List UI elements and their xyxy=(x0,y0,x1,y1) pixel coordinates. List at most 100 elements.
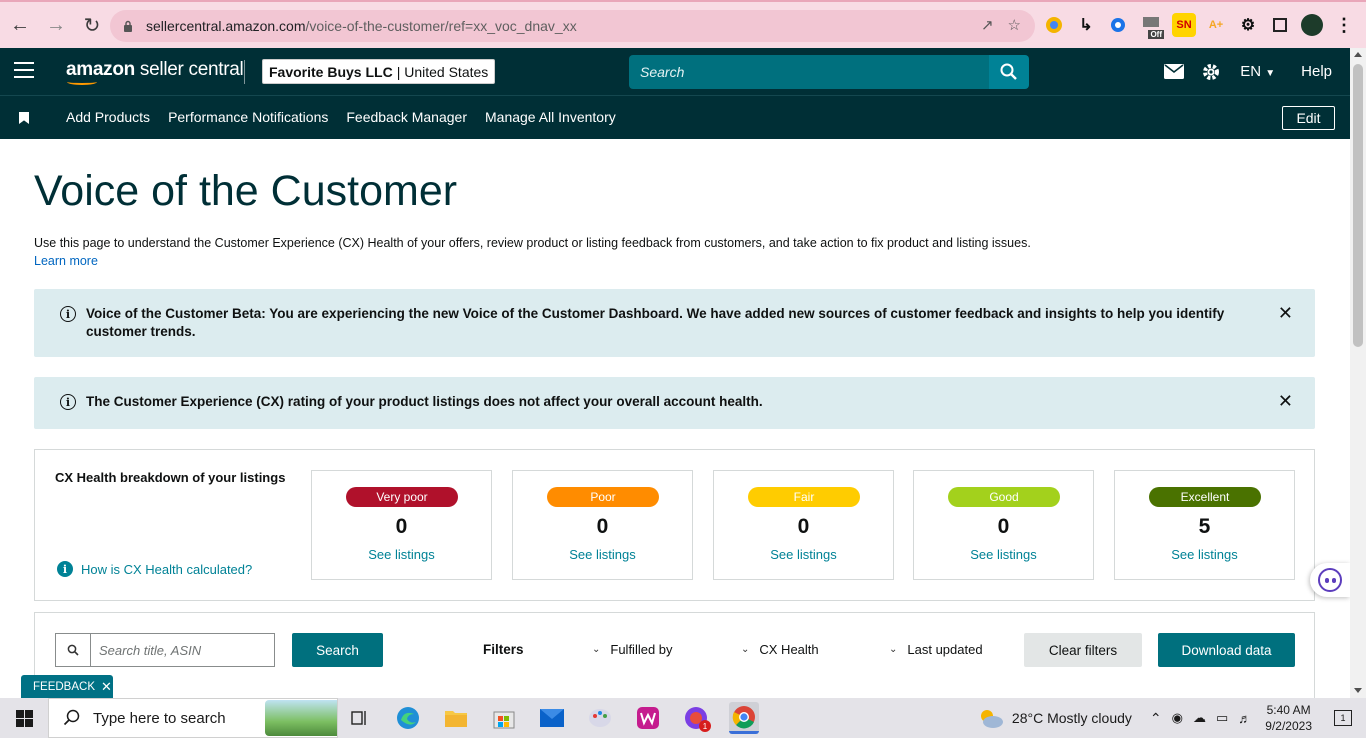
scout-ext-icon[interactable]: A+ xyxy=(1204,13,1228,37)
header-search-input[interactable]: Search xyxy=(629,55,989,89)
menu-kebab-icon[interactable]: ⋮ xyxy=(1332,13,1356,37)
cloudy-weather-icon xyxy=(980,710,1003,728)
forward-icon[interactable]: → xyxy=(40,9,72,41)
file-explorer-icon[interactable] xyxy=(441,702,471,734)
task-view-icon[interactable] xyxy=(345,702,375,734)
cx-count: 5 xyxy=(1198,515,1211,538)
grid-ext-icon[interactable] xyxy=(1106,13,1130,37)
clock-date: 9/2/2023 xyxy=(1265,719,1312,733)
share-icon[interactable]: ↗ xyxy=(981,16,994,34)
back-icon[interactable]: ← xyxy=(4,9,36,41)
cx-card-fair: Fair 0 See listings xyxy=(713,470,894,580)
mail-icon[interactable] xyxy=(1164,64,1185,79)
cx-card-poor: Poor 0 See listings xyxy=(512,470,693,580)
header-search-button[interactable] xyxy=(989,55,1029,89)
cx-count: 0 xyxy=(797,515,810,538)
brand-logo[interactable]: amazon seller central xyxy=(66,59,244,81)
sn-ext-icon[interactable]: SN xyxy=(1172,13,1196,37)
see-listings-link[interactable]: See listings xyxy=(1115,547,1294,562)
profile-avatar[interactable] xyxy=(1300,13,1324,37)
paint-app-icon[interactable] xyxy=(585,702,615,734)
search-icon xyxy=(55,633,90,667)
gear-icon[interactable] xyxy=(1202,63,1220,81)
cx-help-label: How is CX Health calculated? xyxy=(81,561,253,577)
meet-now-icon[interactable]: ◉ xyxy=(1172,710,1183,726)
store-name: Favorite Buys LLC xyxy=(269,63,393,80)
filters-label: Filters xyxy=(483,642,524,657)
off-ext-icon[interactable]: Off xyxy=(1138,13,1164,39)
intro-text: Use this page to understand the Customer… xyxy=(34,234,1234,270)
close-icon[interactable]: ✕ xyxy=(1278,303,1293,324)
cx-health-help-link[interactable]: i How is CX Health calculated? xyxy=(57,561,252,577)
amazon-smile-icon xyxy=(67,79,97,85)
bookmark-icon[interactable] xyxy=(19,112,29,124)
nav-manage-all-inventory[interactable]: Manage All Inventory xyxy=(485,109,616,125)
chevron-down-icon: ⌄ xyxy=(592,644,601,655)
color-wheel-ext-icon[interactable] xyxy=(1042,13,1066,37)
search-highlight-image xyxy=(265,700,337,736)
hamburger-menu-icon[interactable] xyxy=(14,62,34,80)
url-host: sellercentral.amazon.com xyxy=(146,18,306,34)
chevron-down-icon: ⌄ xyxy=(889,644,898,655)
windows-start-icon[interactable] xyxy=(16,710,33,727)
weather-widget[interactable]: 28°C Mostly cloudy xyxy=(978,707,1132,729)
see-listings-link[interactable]: See listings xyxy=(714,547,893,562)
see-listings-link[interactable]: See listings xyxy=(513,547,692,562)
nav-add-products[interactable]: Add Products xyxy=(66,109,150,125)
fulfilled-by-dropdown[interactable]: ⌄ Fulfilled by xyxy=(592,642,673,657)
nav-performance-notifications[interactable]: Performance Notifications xyxy=(168,109,328,125)
scroll-down-icon[interactable] xyxy=(1354,688,1362,693)
clock-time: 5:40 AM xyxy=(1266,703,1311,717)
edit-nav-button[interactable]: Edit xyxy=(1282,106,1335,130)
sidebar-icon[interactable] xyxy=(1268,13,1292,37)
chrome-icon[interactable] xyxy=(729,702,759,734)
help-link[interactable]: Help xyxy=(1301,63,1332,80)
scroll-up-icon[interactable] xyxy=(1354,52,1362,57)
learn-more-link[interactable]: Learn more xyxy=(34,254,98,268)
assistant-bot-button[interactable] xyxy=(1310,563,1350,597)
see-listings-link[interactable]: See listings xyxy=(914,547,1093,562)
cx-health-dropdown[interactable]: ⌄ CX Health xyxy=(741,642,819,657)
listing-search-input[interactable]: Search title, ASIN xyxy=(90,633,275,667)
lang-label: EN xyxy=(1240,63,1262,80)
page-scrollbar[interactable] xyxy=(1350,48,1366,698)
onedrive-error-icon[interactable]: ☁ xyxy=(1193,710,1206,726)
feedback-tab[interactable]: FEEDBACK ✕ xyxy=(21,675,113,699)
messenger-icon[interactable]: 1 xyxy=(681,702,711,734)
scroll-thumb[interactable] xyxy=(1353,64,1363,347)
star-icon[interactable]: ☆ xyxy=(1008,16,1021,34)
edge-icon[interactable] xyxy=(393,702,423,734)
mail-app-icon[interactable] xyxy=(537,702,567,734)
taskbar-apps: 1 xyxy=(345,702,759,734)
info-icon: i xyxy=(60,306,76,322)
store-selector[interactable]: Favorite Buys LLC | United States xyxy=(262,59,496,84)
reload-icon[interactable]: ↻ xyxy=(76,9,108,41)
cx-count: 0 xyxy=(596,515,609,538)
taskbar-search-input[interactable]: Type here to search xyxy=(48,698,338,738)
arrow-ext-icon[interactable]: ↳ xyxy=(1074,13,1098,37)
volume-icon[interactable]: ♬ xyxy=(1238,711,1251,726)
cx-health-title: CX Health breakdown of your listings xyxy=(55,470,286,485)
puzzle-icon[interactable]: ⚙ xyxy=(1236,13,1260,37)
nav-feedback-manager[interactable]: Feedback Manager xyxy=(346,109,467,125)
taskbar-clock[interactable]: 5:40 AM 9/2/2023 xyxy=(1265,702,1312,734)
wps-office-icon[interactable] xyxy=(633,702,663,734)
bot-icon xyxy=(1318,568,1342,592)
fulfilled-by-label: Fulfilled by xyxy=(610,642,673,657)
close-icon[interactable]: ✕ xyxy=(101,679,112,695)
download-data-button[interactable]: Download data xyxy=(1158,633,1295,667)
clear-filters-button[interactable]: Clear filters xyxy=(1024,633,1142,667)
cx-card-excellent: Excellent 5 See listings xyxy=(1114,470,1295,580)
intro-description: Use this page to understand the Customer… xyxy=(34,236,1031,250)
beta-alert: i Voice of the Customer Beta: You are ex… xyxy=(34,289,1315,357)
close-icon[interactable]: ✕ xyxy=(1278,391,1293,412)
listing-search-button[interactable]: Search xyxy=(292,633,383,667)
language-selector[interactable]: EN ▼ xyxy=(1240,63,1275,80)
see-listings-link[interactable]: See listings xyxy=(312,547,491,562)
notification-center-icon[interactable]: 1 xyxy=(1334,710,1352,726)
microsoft-store-icon[interactable] xyxy=(489,702,519,734)
network-icon[interactable]: ▭ xyxy=(1216,710,1228,726)
chevron-up-icon[interactable]: ⌃ xyxy=(1150,710,1162,727)
last-updated-dropdown[interactable]: ⌄ Last updated xyxy=(889,642,983,657)
address-bar[interactable]: sellercentral.amazon.com/voice-of-the-cu… xyxy=(110,10,1035,42)
